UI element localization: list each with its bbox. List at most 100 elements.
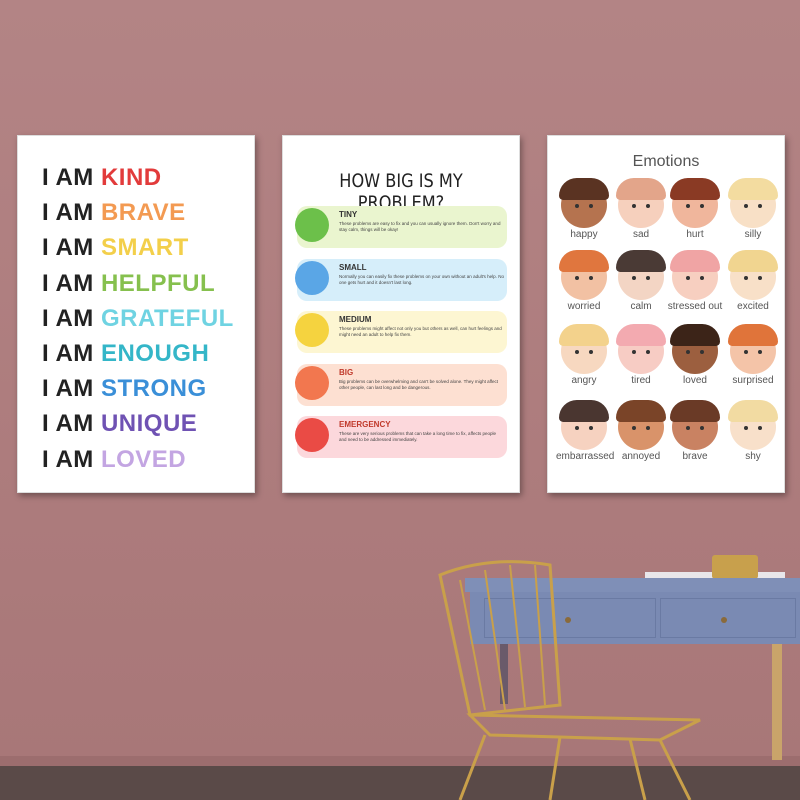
emotion-surprised: surprised — [725, 324, 781, 386]
emotion-label: hurt — [686, 229, 704, 240]
problem-size-poster: HOW BIG IS MY PROBLEM? TINY These problem… — [282, 135, 520, 493]
emotion-label: worried — [567, 301, 601, 312]
affirmation-line: I AM HELPFUL — [42, 270, 215, 298]
emoji-face-icon — [295, 208, 329, 242]
emotion-label: surprised — [732, 375, 774, 386]
affirmation-prefix: I AM — [42, 269, 94, 297]
emotion-happy: happy — [556, 178, 612, 240]
emotions-poster: Emotions happy sad hurt silly worried calm str… — [547, 135, 785, 493]
affirmation-word: HELPFUL — [100, 269, 216, 297]
level-description: Normally you can easily fix these proble… — [339, 273, 504, 285]
child-face-icon — [616, 324, 666, 374]
emotion-angry: angry — [556, 324, 612, 386]
affirmation-prefix: I AM — [42, 234, 94, 262]
emotion-shy: shy — [725, 400, 781, 462]
child-face-icon — [728, 178, 778, 228]
affirmation-prefix: I AM — [42, 304, 94, 332]
affirmation-prefix: I AM — [42, 340, 94, 367]
level-name: EMERGENCY — [339, 420, 391, 429]
affirmation-line: I AM BRAVE — [42, 199, 186, 227]
emotion-label: loved — [683, 375, 707, 386]
drawer-knob — [721, 617, 727, 623]
affirmation-prefix: I AM — [42, 410, 94, 438]
affirmation-line: I AM UNIQUE — [42, 410, 197, 438]
child-face-icon — [728, 324, 778, 374]
emoji-face-icon — [295, 418, 329, 452]
emotion-label: shy — [745, 451, 761, 462]
level-name: BIG — [339, 367, 354, 377]
child-face-icon — [616, 250, 666, 300]
child-face-icon — [616, 400, 666, 450]
affirmation-line: I AM GRATEFUL — [42, 305, 234, 333]
level-name: MEDIUM — [339, 315, 372, 324]
emotion-label: calm — [630, 301, 652, 312]
gold-wire-chair — [438, 560, 701, 800]
problem-level-emergency: EMERGENCY These are very serious problems… — [295, 416, 507, 458]
affirmation-word: BRAVE — [100, 199, 186, 227]
emotion-hurt: hurt — [667, 178, 723, 240]
child-face-icon — [559, 250, 609, 300]
child-face-icon — [728, 400, 778, 450]
emotion-label: brave — [682, 451, 708, 462]
affirmation-prefix: I AM — [42, 199, 94, 227]
problem-level-tiny: TINY These problems are easy to fix and y… — [295, 206, 507, 248]
emotion-tired: tired — [613, 324, 669, 386]
affirmation-line: I AM STRONG — [42, 375, 207, 403]
emotion-label: tired — [631, 375, 651, 386]
child-face-icon — [559, 400, 609, 450]
emotion-label: excited — [737, 301, 769, 312]
child-face-icon — [559, 178, 609, 228]
emotion-sad: sad — [613, 178, 669, 240]
emotion-annoyed: annoyed — [613, 400, 669, 462]
emotion-stressed-out: stressed out — [667, 250, 723, 312]
emotion-label: embarrassed — [556, 451, 615, 462]
emotion-loved: loved — [667, 324, 723, 386]
affirmation-word: KIND — [100, 164, 162, 191]
child-face-icon — [670, 250, 720, 300]
level-name: SMALL — [339, 262, 367, 272]
emotion-worried: worried — [556, 250, 612, 312]
emotion-label: sad — [632, 229, 650, 240]
affirmation-line: I AM LOVED — [42, 446, 186, 474]
emotion-label: angry — [571, 375, 597, 386]
level-description: These problems might affect not only you… — [339, 326, 502, 337]
level-description: These are very serious problems that can… — [339, 431, 496, 442]
affirmation-word: STRONG — [100, 375, 207, 403]
child-face-icon — [670, 324, 720, 374]
emotion-label: stressed out — [667, 301, 723, 312]
affirmation-word: SMART — [100, 234, 189, 262]
affirmation-prefix: I AM — [42, 445, 94, 473]
affirmation-line: I AM SMART — [42, 234, 189, 262]
problem-level-medium: MEDIUM These problems might affect not on… — [295, 311, 507, 353]
emotion-calm: calm — [613, 250, 669, 312]
affirmation-word: ENOUGH — [100, 340, 210, 367]
emotion-silly: silly — [725, 178, 781, 240]
problem-level-big: BIG Big problems can be overwhelming and … — [295, 363, 507, 406]
affirmation-prefix: I AM — [42, 164, 94, 191]
affirmation-prefix: I AM — [42, 375, 94, 403]
emoji-face-icon — [295, 365, 329, 400]
emotion-label: silly — [744, 229, 762, 240]
emoji-face-icon — [295, 260, 329, 295]
level-description: Big problems can be overwhelming and can… — [339, 378, 499, 390]
child-face-icon — [559, 324, 609, 374]
affirmation-word: LOVED — [100, 445, 187, 473]
affirmation-line: I AM ENOUGH — [42, 340, 209, 368]
level-name: TINY — [339, 210, 358, 219]
emotion-label: annoyed — [621, 451, 661, 462]
affirmations-poster: I AM KIND I AM BRAVE I AM SMART I AM HELPFU… — [17, 135, 255, 493]
child-face-icon — [616, 178, 666, 228]
affirmation-word: GRATEFUL — [100, 304, 234, 332]
affirmation-line: I AM KIND — [42, 164, 162, 192]
desk-leg — [772, 644, 782, 760]
emotion-label: happy — [570, 229, 598, 240]
emotion-embarrassed: embarrassed — [556, 400, 615, 462]
emotion-excited: excited — [725, 250, 781, 312]
child-face-icon — [670, 178, 720, 228]
affirmation-word: UNIQUE — [100, 410, 198, 438]
emoji-face-icon — [295, 313, 329, 347]
emotion-brave: brave — [667, 400, 723, 462]
emotions-poster-title: Emotions — [632, 153, 700, 170]
level-description: These problems are easy to fix and you c… — [339, 221, 501, 232]
child-face-icon — [728, 250, 778, 300]
